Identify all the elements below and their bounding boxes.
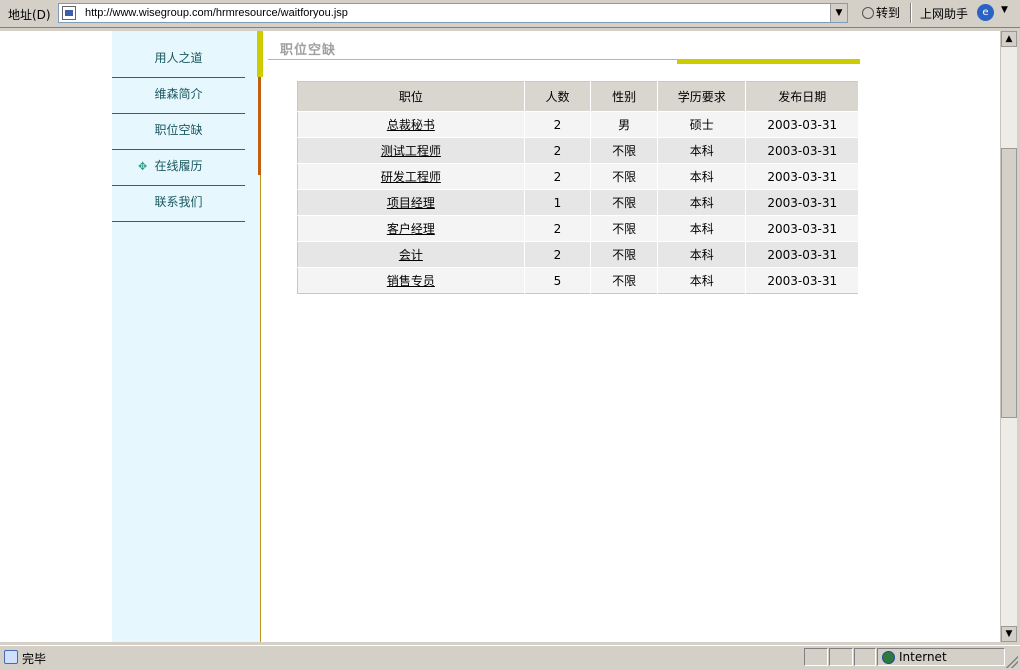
gender-cell: 不限 [590, 267, 658, 294]
count-cell: 2 [524, 215, 592, 242]
position-cell: 项目经理 [297, 189, 525, 216]
table-row: 总裁秘书 2 男 硕士 2003-03-31 [297, 111, 859, 138]
position-cell: 总裁秘书 [297, 111, 525, 138]
date-cell: 2003-03-31 [745, 137, 859, 164]
gender-cell: 不限 [590, 137, 658, 164]
gender-cell: 不限 [590, 163, 658, 190]
assistant-label[interactable]: 上网助手 [920, 5, 968, 22]
position-link[interactable]: 项目经理 [387, 196, 435, 210]
date-cell: 2003-03-31 [745, 215, 859, 242]
scroll-down-button[interactable]: ▼ [1001, 626, 1017, 642]
position-link[interactable]: 研发工程师 [381, 170, 441, 184]
date-cell: 2003-03-31 [745, 111, 859, 138]
status-text: 完毕 [22, 652, 47, 666]
resize-grip-icon[interactable] [1006, 656, 1018, 668]
gender-cell: 不限 [590, 241, 658, 268]
column-header: 发布日期 [745, 81, 859, 112]
title-accent-bar [677, 59, 860, 64]
zone-label: Internet [899, 650, 947, 664]
sidebar-item-resume[interactable]: ✥ 在线履历 [112, 149, 245, 186]
status-pane [804, 648, 828, 666]
count-cell: 2 [524, 241, 592, 268]
globe-icon [882, 651, 895, 664]
page-viewport: 用人之道 维森简介 职位空缺 ✥ 在线履历 联系我们 职位空缺 职位 人数 性别… [0, 31, 1000, 642]
diamond-bullet-icon: ✥ [138, 160, 148, 173]
column-header: 职位 [297, 81, 525, 112]
scroll-up-button[interactable]: ▲ [1001, 31, 1017, 47]
date-cell: 2003-03-31 [745, 163, 859, 190]
table-row: 客户经理 2 不限 本科 2003-03-31 [297, 215, 859, 242]
column-header: 性别 [590, 81, 658, 112]
sidebar: 用人之道 维森简介 职位空缺 ✥ 在线履历 联系我们 [112, 31, 261, 642]
table-row: 会计 2 不限 本科 2003-03-31 [297, 241, 859, 268]
active-indicator [258, 75, 261, 175]
position-cell: 测试工程师 [297, 137, 525, 164]
sidebar-item-label: 联系我们 [154, 195, 203, 209]
count-cell: 2 [524, 137, 592, 164]
vertical-scrollbar[interactable]: ▲ ▼ [1000, 31, 1017, 642]
position-link[interactable]: 销售专员 [387, 274, 435, 288]
sidebar-item-label: 维森简介 [154, 87, 203, 101]
sidebar-item-label: 用人之道 [154, 51, 203, 65]
position-cell: 客户经理 [297, 215, 525, 242]
date-cell: 2003-03-31 [745, 241, 859, 268]
assistant-icon[interactable]: e [977, 4, 994, 21]
sidebar-item-label: 职位空缺 [154, 123, 203, 137]
position-link[interactable]: 总裁秘书 [387, 118, 435, 132]
count-cell: 5 [524, 267, 592, 294]
table-row: 测试工程师 2 不限 本科 2003-03-31 [297, 137, 859, 164]
gender-cell: 不限 [590, 189, 658, 216]
jobs-table: 职位 人数 性别 学历要求 发布日期 总裁秘书 2 男 硕士 2003-03-3… [297, 81, 859, 294]
scroll-thumb[interactable] [1001, 148, 1017, 418]
address-input[interactable]: http://www.wisegroup.com/hrmresource/wai… [58, 3, 848, 23]
education-cell: 本科 [657, 163, 747, 190]
date-cell: 2003-03-31 [745, 189, 859, 216]
gender-cell: 男 [590, 111, 658, 138]
column-header: 人数 [524, 81, 592, 112]
sidebar-item-contact[interactable]: 联系我们 [112, 185, 245, 222]
address-toolbar: 地址(D) http://www.wisegroup.com/hrmresour… [0, 0, 1020, 28]
sidebar-item-label: 在线履历 [154, 159, 203, 173]
gender-cell: 不限 [590, 215, 658, 242]
count-cell: 2 [524, 111, 592, 138]
address-label: 地址(D) [8, 8, 51, 22]
date-cell: 2003-03-31 [745, 267, 859, 294]
position-cell: 研发工程师 [297, 163, 525, 190]
page-title: 职位空缺 [280, 43, 337, 58]
table-row: 销售专员 5 不限 本科 2003-03-31 [297, 267, 859, 294]
sidebar-item-about[interactable]: 维森简介 [112, 77, 245, 114]
status-bar: 完毕 Internet [0, 645, 1020, 670]
chevron-down-icon[interactable]: ▼ [830, 4, 847, 22]
status-pane [829, 648, 853, 666]
page-done-icon [4, 650, 18, 664]
position-cell: 销售专员 [297, 267, 525, 294]
go-label: 转到 [876, 6, 901, 20]
table-row: 研发工程师 2 不限 本科 2003-03-31 [297, 163, 859, 190]
education-cell: 本科 [657, 241, 747, 268]
education-cell: 本科 [657, 267, 747, 294]
header-accent [257, 31, 263, 77]
toolbar-separator [910, 3, 912, 23]
education-cell: 本科 [657, 137, 747, 164]
table-row: 项目经理 1 不限 本科 2003-03-31 [297, 189, 859, 216]
page-icon [62, 6, 76, 20]
education-cell: 本科 [657, 215, 747, 242]
chevron-down-icon[interactable]: ▼ [1001, 5, 1008, 15]
education-cell: 硕士 [657, 111, 747, 138]
education-cell: 本科 [657, 189, 747, 216]
go-arrow-icon [862, 7, 874, 19]
address-url[interactable]: http://www.wisegroup.com/hrmresource/wai… [85, 7, 348, 19]
status-pane [854, 648, 876, 666]
go-button[interactable]: 转到 [860, 4, 902, 22]
column-header: 学历要求 [657, 81, 747, 112]
position-cell: 会计 [297, 241, 525, 268]
table-header-row: 职位 人数 性别 学历要求 发布日期 [297, 81, 859, 112]
sidebar-item-vacancies[interactable]: 职位空缺 [112, 113, 245, 150]
position-link[interactable]: 测试工程师 [381, 144, 441, 158]
count-cell: 2 [524, 163, 592, 190]
count-cell: 1 [524, 189, 592, 216]
sidebar-item-yongren[interactable]: 用人之道 [112, 41, 245, 78]
position-link[interactable]: 会计 [399, 248, 423, 262]
position-link[interactable]: 客户经理 [387, 222, 435, 236]
